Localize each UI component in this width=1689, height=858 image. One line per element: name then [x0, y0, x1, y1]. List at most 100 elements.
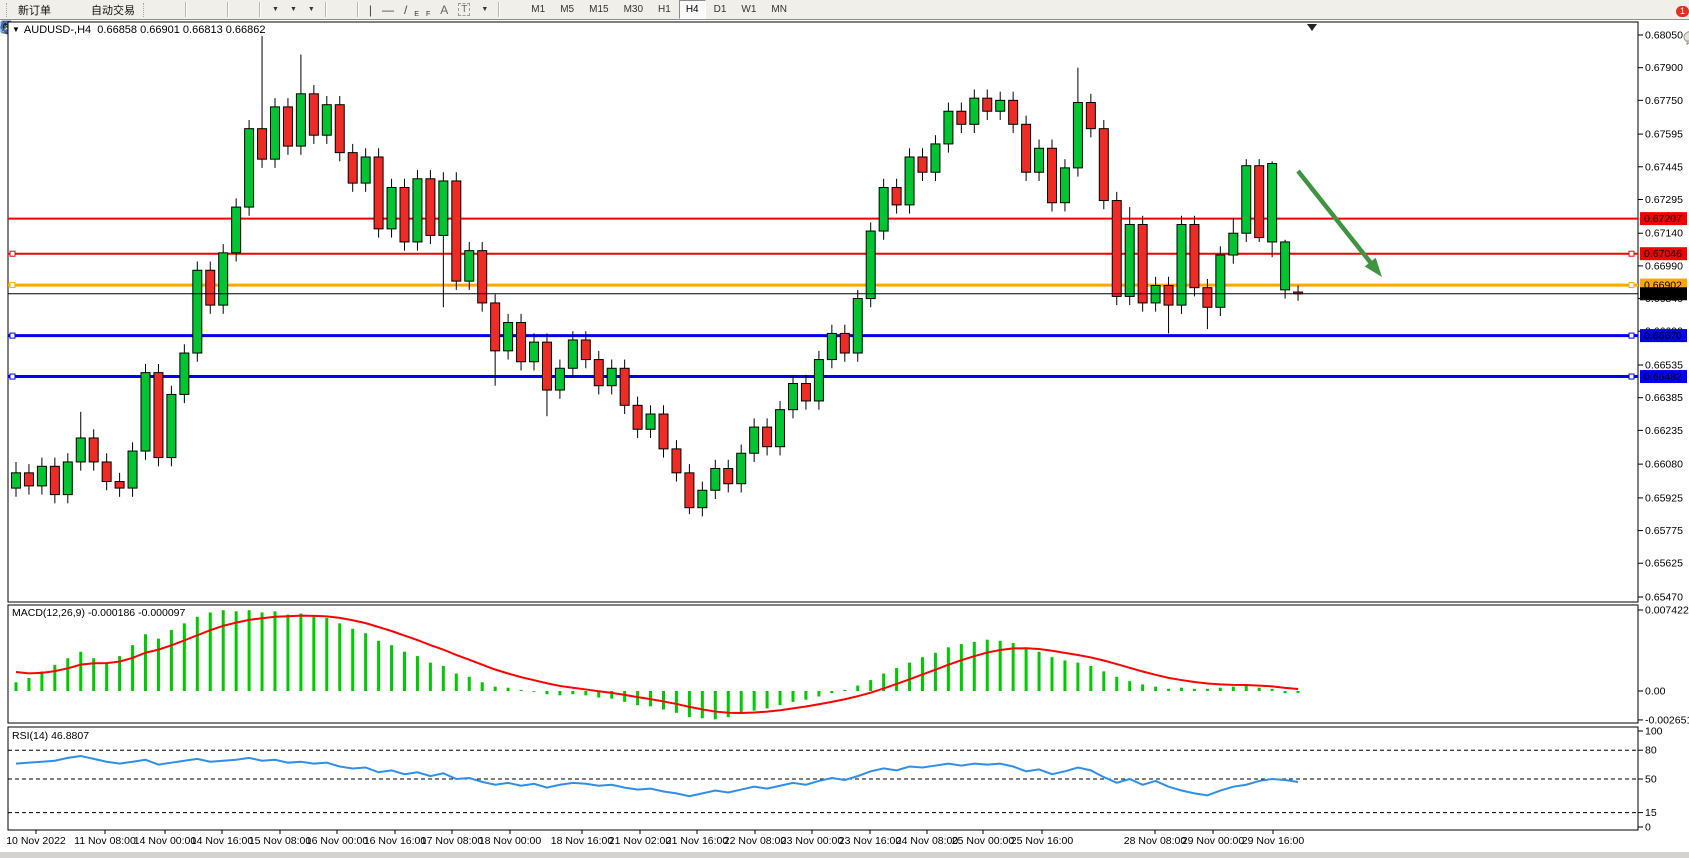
bar-chart-mode-button[interactable]	[151, 0, 159, 19]
auto-scroll-button[interactable]	[235, 0, 243, 19]
zoom-out-button[interactable]	[203, 0, 211, 19]
svg-text:18 Nov 00:00: 18 Nov 00:00	[479, 835, 542, 847]
svg-text:0.66990: 0.66990	[1645, 260, 1683, 272]
channel-tool-button[interactable]: E	[413, 0, 423, 19]
candlestick-mode-button[interactable]	[161, 0, 169, 19]
svg-text:80: 80	[1645, 745, 1657, 757]
sound-button[interactable]	[77, 0, 85, 19]
svg-text:0.67140: 0.67140	[1645, 228, 1683, 240]
indicators-button[interactable]: ▼	[267, 0, 283, 19]
svg-text:0.67295: 0.67295	[1645, 194, 1683, 206]
svg-text:0.66535: 0.66535	[1645, 360, 1683, 372]
toolbar: 新订单 自动交易	[0, 0, 1689, 20]
svg-text:16 Nov 16:00: 16 Nov 16:00	[364, 835, 427, 847]
svg-text:29 Nov 00:00: 29 Nov 00:00	[1182, 835, 1245, 847]
svg-text:0.65925: 0.65925	[1645, 492, 1683, 504]
svg-text:16 Nov 00:00: 16 Nov 00:00	[306, 835, 369, 847]
new-order-button[interactable]: 新订单	[14, 0, 55, 19]
svg-text:0.65775: 0.65775	[1645, 525, 1683, 537]
svg-text:10 Nov 2022: 10 Nov 2022	[6, 835, 66, 847]
svg-text:0.66080: 0.66080	[1645, 459, 1683, 471]
svg-text:29 Nov 16:00: 29 Nov 16:00	[1242, 835, 1305, 847]
svg-text:0.67595: 0.67595	[1645, 129, 1683, 141]
svg-text:0.66235: 0.66235	[1645, 425, 1683, 437]
timeframe-tab-H1[interactable]: H1	[651, 0, 678, 19]
chart-window-button[interactable]	[67, 0, 75, 19]
auto-trading-button[interactable]: 自动交易	[87, 0, 139, 19]
svg-text:0.65625: 0.65625	[1645, 558, 1683, 570]
svg-text:23 Nov 16:00: 23 Nov 16:00	[839, 835, 902, 847]
collapse-triangle-icon[interactable]: ▼	[12, 25, 20, 34]
fibonacci-tool-button[interactable]: F	[425, 0, 434, 19]
svg-text:23 Nov 00:00: 23 Nov 00:00	[781, 835, 844, 847]
svg-text:0.66482: 0.66482	[1644, 371, 1682, 383]
timeframe-tab-D1[interactable]: D1	[707, 0, 734, 19]
chart-shift-button[interactable]	[245, 0, 253, 19]
notification-count-badge: 1	[1676, 6, 1689, 17]
time-axis: 10 Nov 2022 11 Nov 08:0014 Nov 00:0014 No…	[6, 830, 1304, 847]
eraser-button[interactable]	[57, 0, 65, 19]
svg-text:18 Nov 16:00: 18 Nov 16:00	[551, 835, 614, 847]
timeframe-tab-H4[interactable]: H4	[679, 0, 706, 19]
svg-text:15: 15	[1645, 807, 1657, 819]
svg-text:0.66385: 0.66385	[1645, 392, 1683, 404]
line-chart-mode-button[interactable]	[171, 0, 179, 19]
svg-text:0.00: 0.00	[1645, 686, 1666, 698]
chart-title: ▼ AUDUSD-,H4 0.66858 0.66901 0.66813 0.66…	[12, 24, 266, 36]
text-label-icon: T	[458, 3, 470, 16]
macd-indicator-label: MACD(12,26,9) -0.000186 -0.000097	[12, 607, 185, 619]
svg-text:22 Nov 08:00: 22 Nov 08:00	[724, 835, 787, 847]
svg-text:0.67445: 0.67445	[1645, 161, 1683, 173]
templates-button[interactable]: ▼	[303, 0, 319, 19]
toolbar-grip	[6, 3, 10, 17]
svg-text:0.67900: 0.67900	[1645, 62, 1683, 74]
chevron-down-icon: ▼	[290, 6, 297, 13]
toolbar-separator	[227, 2, 229, 17]
text-tool-button[interactable]: A	[436, 0, 452, 19]
timeframe-tab-M30[interactable]: M30	[617, 0, 650, 19]
trendline-tool-button[interactable]: /	[400, 0, 411, 19]
timeframe-switcher: M1M5M15M30H1H4D1W1MN	[524, 0, 794, 19]
timeframe-tab-M1[interactable]: M1	[524, 0, 552, 19]
svg-text:21 Nov 16:00: 21 Nov 16:00	[666, 835, 729, 847]
toolbar-separator	[325, 2, 327, 17]
vertical-line-icon: |	[369, 4, 372, 16]
svg-text:24 Nov 08:00: 24 Nov 08:00	[896, 835, 959, 847]
vertical-line-tool-button[interactable]: |	[365, 0, 376, 19]
horizontal-line-tool-button[interactable]: —	[378, 0, 398, 19]
svg-text:100: 100	[1645, 726, 1663, 738]
timeframe-tab-W1[interactable]: W1	[734, 0, 763, 19]
svg-text:0.68050: 0.68050	[1645, 30, 1683, 42]
text-label-tool-button[interactable]: T	[454, 0, 474, 19]
tile-windows-button[interactable]	[213, 0, 221, 19]
svg-text:0.66862: 0.66862	[1644, 288, 1682, 300]
svg-text:21 Nov 02:00: 21 Nov 02:00	[609, 835, 672, 847]
cursor-tool-button[interactable]	[333, 0, 341, 19]
toolbar-separator	[185, 2, 187, 17]
svg-text:0: 0	[1645, 822, 1651, 834]
toolbar-separator	[259, 2, 261, 17]
timeframe-tab-MN[interactable]: MN	[764, 0, 794, 19]
terminal-window: 新订单 自动交易	[0, 0, 1689, 858]
timeframe-tab-M5[interactable]: M5	[553, 0, 581, 19]
zoom-in-button[interactable]	[193, 0, 201, 19]
arrows-tool-button[interactable]: ▼	[476, 0, 492, 19]
crosshair-tool-button[interactable]	[343, 0, 351, 19]
price-axis: 0.680500.679000.677500.675950.674450.672…	[1638, 30, 1683, 604]
svg-text:11 Nov 08:00: 11 Nov 08:00	[74, 835, 136, 847]
chart-canvas[interactable]: 0.680500.679000.677500.675950.674450.672…	[0, 20, 1689, 858]
svg-text:50: 50	[1645, 774, 1657, 786]
svg-text:14 Nov 00:00: 14 Nov 00:00	[134, 835, 197, 847]
timeframe-tab-M15[interactable]: M15	[582, 0, 615, 19]
trendline-icon: /	[404, 4, 407, 16]
symbol-label: AUDUSD-,H4	[24, 24, 91, 36]
periods-button[interactable]: ▼	[285, 0, 301, 19]
ohlc-values: 0.66858 0.66901 0.66813 0.66862	[97, 24, 265, 36]
channel-tag: E	[414, 11, 419, 18]
toolbar-separator	[357, 2, 359, 17]
chevron-down-icon: ▼	[308, 6, 315, 13]
svg-text:14 Nov 16:00: 14 Nov 16:00	[191, 835, 254, 847]
svg-text:25 Nov 00:00: 25 Nov 00:00	[952, 835, 1015, 847]
chevron-down-icon: ▼	[272, 6, 279, 13]
svg-text:0.67046: 0.67046	[1644, 248, 1682, 260]
